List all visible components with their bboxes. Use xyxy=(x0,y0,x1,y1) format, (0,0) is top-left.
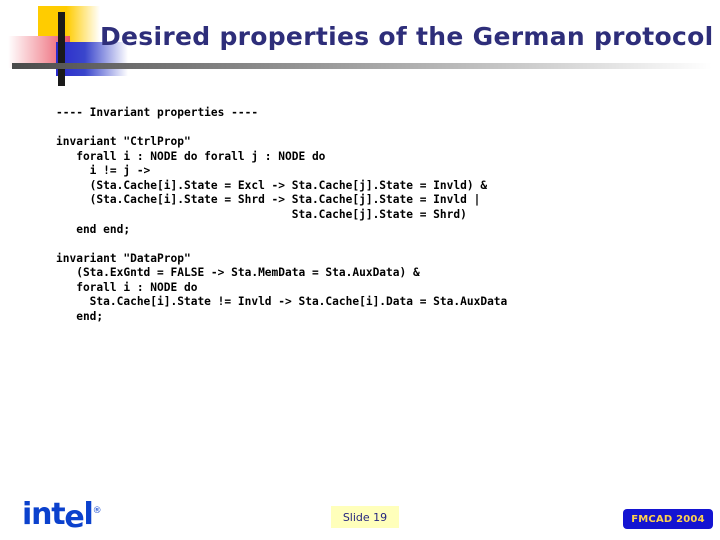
title-divider xyxy=(12,63,712,69)
invariant-code-block: ---- Invariant properties ---- invariant… xyxy=(56,106,508,323)
intel-logo-letter-e: e xyxy=(64,500,84,535)
slide-number-badge: Slide 19 xyxy=(331,506,399,528)
intel-logo-part2: l xyxy=(83,497,94,532)
intel-logo-part1: int xyxy=(22,497,66,532)
logo-vertical-bar xyxy=(58,12,65,86)
registered-trademark-icon: ® xyxy=(92,506,102,516)
conference-badge: FMCAD 2004 xyxy=(623,509,713,529)
page-title: Desired properties of the German protoco… xyxy=(100,22,714,51)
intel-logo: intel® xyxy=(22,497,102,535)
logo-yellow-square xyxy=(38,6,100,48)
